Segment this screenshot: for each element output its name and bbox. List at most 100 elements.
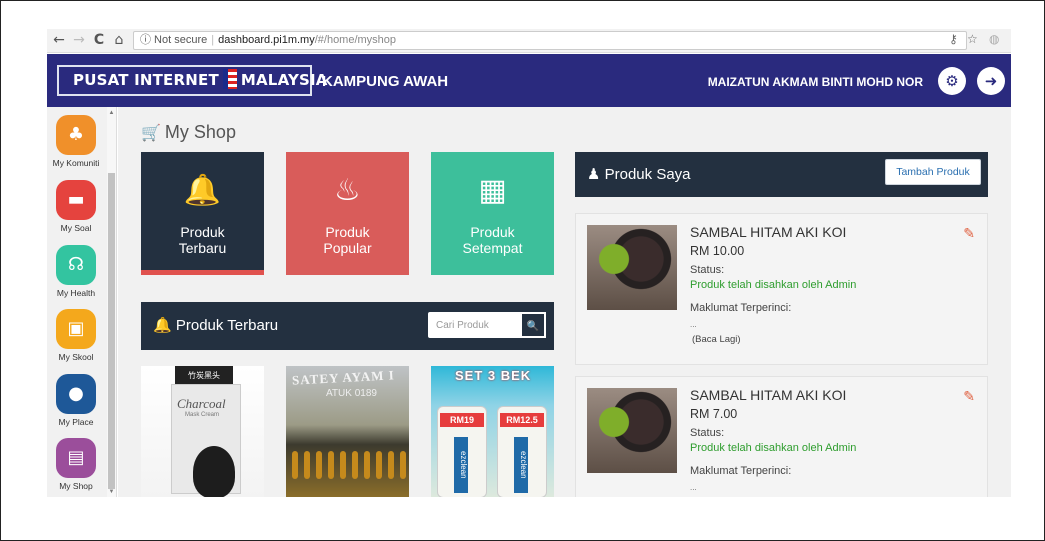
tile-produk-terbaru[interactable]: 🔔 Produk Terbaru	[141, 152, 264, 275]
product-card: SAMBAL HITAM AKI KOI RM 10.00 Status: Pr…	[575, 213, 988, 365]
tile-label: Produk Setempat	[462, 224, 523, 256]
pack-sub: Mask Cream	[185, 412, 220, 418]
detail-text: ...	[690, 320, 697, 329]
map-pin-icon: ●	[56, 374, 96, 414]
bottle-brand: ezclean	[454, 437, 468, 493]
sidebar-item-label: My Health	[56, 288, 96, 298]
face-mask-image	[193, 446, 235, 497]
cart-icon: 🛒	[141, 123, 161, 142]
sidebar-item-my-shop[interactable]: ▤ My Shop	[47, 438, 105, 491]
user-name[interactable]: MAIZATUN AKMAM BINTI MOHD NOR	[708, 54, 923, 107]
bell-icon: 🔔	[153, 316, 172, 334]
scrollbar-thumb[interactable]	[108, 173, 115, 489]
product-image[interactable]	[587, 225, 677, 310]
sidebar: ♣ My Komuniti ▬ My Soal ☊ My Health ▣ My…	[47, 107, 117, 497]
status-text: Produk telah disahkan oleh Admin	[690, 442, 857, 454]
product-thumbnail-ezclean[interactable]: SET 3 BEK RM19 ezclean RM12.5 ezclean	[431, 366, 554, 497]
search-button[interactable]: 🔍	[520, 312, 546, 338]
sidebar-item-my-komuniti[interactable]: ♣ My Komuniti	[47, 115, 105, 168]
section-title: 🔔 Produk Terbaru	[153, 302, 278, 349]
search-input[interactable]	[428, 312, 518, 338]
skewer-image	[376, 451, 382, 479]
main-content: 🛒 My Shop 🔔 Produk Terbaru ♨ Produk Popul…	[118, 107, 1011, 497]
key-icon[interactable]: ⚷	[949, 32, 958, 46]
edit-pencil-icon[interactable]: ✎	[963, 389, 975, 405]
scroll-down-arrow-icon[interactable]: ▼	[108, 488, 115, 496]
skewer-image	[352, 451, 358, 479]
tile-label: Produk Popular	[323, 224, 372, 256]
home-button[interactable]: ⌂	[111, 32, 127, 48]
bottle-image: RM12.5 ezclean	[497, 406, 547, 497]
read-more-link[interactable]: (Baca Lagi)	[692, 334, 741, 345]
satey-sub: ATUK 0189	[326, 388, 377, 399]
skewer-image	[328, 451, 334, 479]
product-name: SAMBAL HITAM AKI KOI	[690, 224, 847, 240]
product-thumbnail-charcoal[interactable]: 竹炭黑头 Charcoal Mask Cream	[141, 366, 264, 497]
page-title: 🛒 My Shop	[141, 122, 236, 143]
detail-label: Maklumat Terperinci:	[690, 302, 792, 314]
produk-terbaru-bar: 🔔 Produk Terbaru 🔍	[141, 302, 554, 350]
sidebar-item-label: My Komuniti	[52, 158, 100, 168]
bookmark-star-icon[interactable]: ☆	[967, 32, 978, 46]
status-text: Produk telah disahkan oleh Admin	[690, 279, 857, 291]
back-button[interactable]: ←	[51, 32, 67, 48]
url-path: /#/home/myshop	[314, 34, 397, 46]
screenshot-frame: ← → C ⌂ ⓘ Not secure | dashboard.pi1m.my/#…	[0, 0, 1045, 541]
person-icon: ♟	[587, 165, 601, 183]
skewer-image	[400, 451, 406, 479]
logo-text-right: MALAYSIA	[240, 71, 328, 89]
skewer-image	[316, 451, 322, 479]
logo-text-left: PUSAT INTERNET	[73, 71, 219, 89]
pack-word: Charcoal	[177, 396, 226, 411]
bell-icon: 🔔	[183, 173, 222, 208]
sidebar-item-my-health[interactable]: ☊ My Health	[47, 245, 105, 298]
sidebar-item-my-skool[interactable]: ▣ My Skool	[47, 309, 105, 362]
detail-text: ...	[690, 483, 697, 492]
reload-button[interactable]: C	[91, 32, 107, 48]
product-image[interactable]	[587, 388, 677, 473]
product-name: SAMBAL HITAM AKI KOI	[690, 387, 847, 403]
extension-icon[interactable]: ◍	[989, 32, 999, 46]
bottle-image: RM19 ezclean	[437, 406, 487, 497]
status-label: Status:	[690, 427, 725, 439]
url-host: dashboard.pi1m.my	[218, 34, 315, 46]
status-label: Status:	[690, 264, 725, 276]
section-title: ♟ Produk Saya	[587, 152, 691, 197]
tile-produk-popular[interactable]: ♨ Produk Popular	[286, 152, 409, 275]
shield-icon: ▣	[56, 309, 96, 349]
section-title-text: Produk Saya	[604, 166, 691, 183]
site-logo[interactable]: PUSAT INTERNET MALAYSIA	[57, 65, 327, 96]
edit-pencil-icon[interactable]: ✎	[963, 226, 975, 242]
product-thumbnail-satey[interactable]: SATEY AYAM I ATUK 0189	[286, 366, 409, 497]
skewer-image	[364, 451, 370, 479]
search-box: 🔍	[428, 312, 546, 338]
tile-produk-setempat[interactable]: ▦ Produk Setempat	[431, 152, 554, 275]
logout-button[interactable]: ➜	[977, 67, 1005, 95]
scroll-up-arrow-icon[interactable]: ▲	[108, 109, 115, 117]
cubes-icon: ▦	[478, 173, 507, 208]
produk-saya-bar: ♟ Produk Saya Tambah Produk	[575, 152, 988, 197]
forward-button[interactable]: →	[71, 32, 87, 48]
browser-toolbar: ← → C ⌂ ⓘ Not secure | dashboard.pi1m.my/#…	[47, 29, 1011, 53]
product-card: SAMBAL HITAM AKI KOI RM 7.00 Status: Pro…	[575, 376, 988, 497]
skewer-image	[292, 451, 298, 479]
satey-word: SATEY AYAM I	[291, 367, 396, 388]
cup-icon: ▬	[56, 180, 96, 220]
sidebar-item-label: My Soal	[60, 223, 92, 233]
sidebar-item-label: My Shop	[59, 481, 93, 491]
product-price: RM 7.00	[690, 407, 738, 421]
tile-label: Produk Terbaru	[178, 224, 227, 256]
product-price: RM 10.00	[690, 244, 745, 258]
price-tag: RM12.5	[500, 413, 544, 427]
add-product-button[interactable]: Tambah Produk	[885, 159, 981, 185]
sidebar-item-my-place[interactable]: ● My Place	[47, 374, 105, 427]
sidebar-scrollbar[interactable]: ▲ ▼	[107, 107, 116, 497]
security-indicator[interactable]: ⓘ Not secure	[140, 34, 207, 46]
village-name: KAMPUNG AWAH	[322, 73, 449, 90]
skewer-image	[304, 451, 310, 479]
skewer-image	[388, 451, 394, 479]
settings-button[interactable]: ⚙	[938, 67, 966, 95]
people-icon: ♣	[56, 115, 96, 155]
sidebar-item-my-soal[interactable]: ▬ My Soal	[47, 180, 105, 233]
address-bar[interactable]: ⓘ Not secure | dashboard.pi1m.my/#/home/my…	[133, 31, 967, 50]
